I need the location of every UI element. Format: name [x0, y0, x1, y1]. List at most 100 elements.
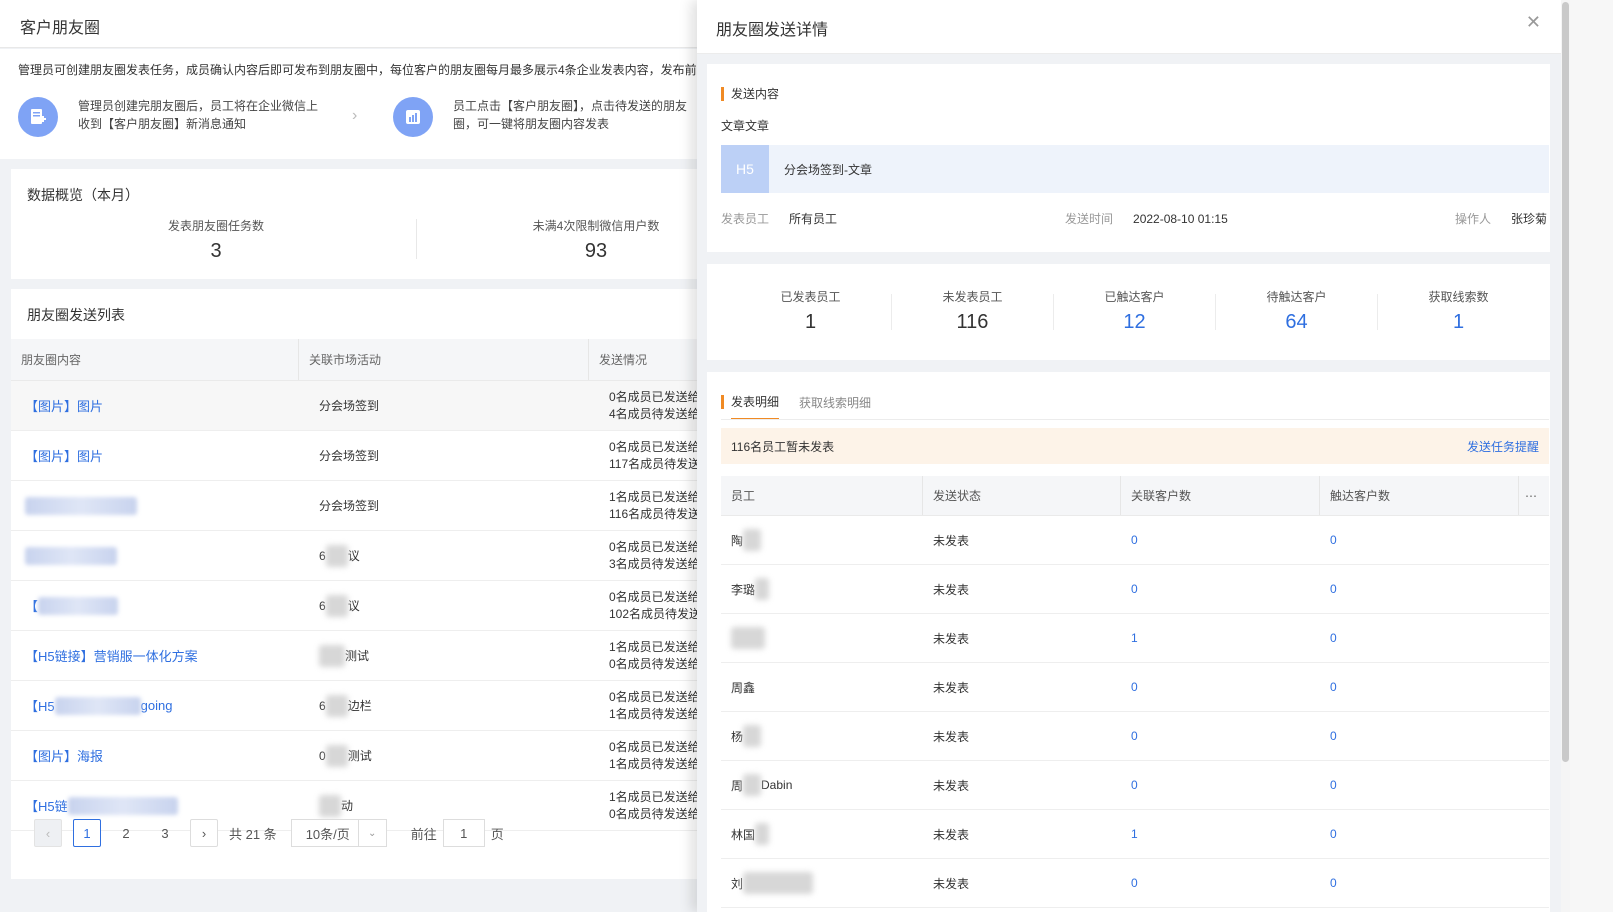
drawer-header: 朋友圈发送详情 ✕	[697, 0, 1561, 54]
redacted-text	[325, 544, 348, 567]
activity-text: 边栏	[347, 699, 372, 713]
list-title: 朋友圈发送列表	[27, 307, 125, 323]
reached-count[interactable]: 0	[1320, 565, 1519, 613]
stat-value: 3	[210, 240, 222, 262]
activity-cell: 分会场签到	[319, 449, 380, 463]
page-button[interactable]: 1	[73, 819, 101, 847]
kpi-value[interactable]: 1	[1377, 311, 1540, 334]
prev-page-button[interactable]: ‹	[34, 819, 62, 847]
kpi-value[interactable]: 64	[1215, 311, 1378, 334]
redacted-text	[755, 823, 770, 845]
status-cell: 未发表	[933, 533, 970, 548]
reached-count[interactable]: 0	[1320, 761, 1519, 809]
linked-count[interactable]: 0	[1121, 712, 1320, 760]
divider	[416, 219, 417, 259]
goto-page-input[interactable]: 1	[442, 819, 485, 847]
page-button[interactable]: 3	[151, 819, 179, 847]
linked-count[interactable]: 1	[1121, 614, 1320, 662]
drawer-title: 朋友圈发送详情	[716, 22, 829, 39]
table-row: 未发表 1 0	[721, 614, 1549, 663]
stat-label: 发表朋友圈任务数	[167, 219, 264, 233]
staff-name: 刘	[731, 876, 744, 891]
stat-value: 93	[584, 240, 608, 262]
linked-count[interactable]: 0	[1121, 663, 1320, 711]
detail-tabs: 发表明细 获取线索明细	[721, 390, 891, 420]
linked-count[interactable]: 1	[1121, 810, 1320, 858]
send-reminder-link[interactable]: 发送任务提醒	[1467, 438, 1539, 455]
activity-cell: 分会场签到	[319, 399, 380, 413]
right-edge-strip	[1570, 0, 1613, 912]
notice-text: 管理员可创建朋友圈发表任务，成员确认内容后即可发布到朋友圈中，每位客户的朋友圈每…	[18, 63, 721, 77]
content-link[interactable]	[11, 531, 309, 580]
activity-cell: 测试	[309, 631, 599, 680]
reached-count[interactable]: 0	[1320, 712, 1519, 760]
linked-count[interactable]: 0	[1121, 761, 1320, 809]
redacted-text	[755, 578, 770, 600]
pagination: ‹ 1 2 3 › 共 21 条 10条/页 ⌄ 前往 1 页	[34, 819, 504, 847]
next-page-button[interactable]: ›	[190, 819, 218, 847]
staff-name-cell: 李璐	[721, 565, 923, 613]
content-link[interactable]: 【H5 going	[11, 681, 309, 730]
goto-label: 前往	[410, 826, 437, 842]
kpi-leads: 获取线索数 1	[1377, 288, 1540, 334]
status-cell: 未发表	[933, 876, 970, 891]
article-preview[interactable]: H5 分会场签到-文章	[721, 145, 1549, 193]
content-link[interactable]: 【图片】图片	[11, 431, 309, 480]
kpi-label: 获取线索数	[1428, 290, 1489, 304]
reached-count[interactable]: 0	[1320, 810, 1519, 858]
activity-cell: 6议	[309, 531, 599, 580]
staff-name: 周	[731, 778, 744, 793]
status-cell: 未发表	[933, 778, 970, 793]
staff-table: 员工 发送状态 关联客户数 触达客户数 ⋯ 陶 未发表 0 0 李璐 未发表 0…	[721, 476, 1549, 908]
page-title: 客户朋友圈	[20, 20, 101, 37]
detail-drawer: 朋友圈发送详情 ✕ 发送内容 文章文章 H5 分会场签到-文章 发表员工 所有员工…	[697, 0, 1561, 912]
redacted-text	[25, 496, 137, 515]
more-icon[interactable]: ⋯	[1519, 476, 1549, 515]
content-link[interactable]: 【	[11, 581, 309, 630]
table-row: 刘 未发表 0 0	[721, 859, 1549, 908]
content-link[interactable]	[11, 481, 309, 530]
drawer-scrollbar[interactable]	[1561, 0, 1570, 912]
linked-count[interactable]: 0	[1121, 859, 1320, 907]
content-link[interactable]: 【图片】海报	[11, 731, 309, 780]
tab-publish-detail[interactable]: 发表明细	[731, 393, 780, 420]
redacted-text	[743, 529, 762, 551]
kpi-value[interactable]: 12	[1053, 311, 1216, 334]
linked-count[interactable]: 0	[1121, 516, 1320, 564]
chevron-down-icon: ⌄	[357, 820, 386, 846]
close-icon[interactable]: ✕	[1526, 12, 1541, 33]
reached-count[interactable]: 0	[1320, 859, 1519, 907]
article-label: 文章文章	[721, 119, 770, 133]
column-header: 触达客户数	[1320, 476, 1519, 515]
redacted-text	[743, 872, 814, 894]
activity-cell: 6议	[309, 581, 599, 630]
tab-lead-detail[interactable]: 获取线索明细	[799, 394, 871, 419]
staff-name-cell: 周 Dabin	[721, 761, 923, 809]
table-header: 员工 发送状态 关联客户数 触达客户数 ⋯	[721, 476, 1549, 516]
status-cell: 未发表	[933, 582, 970, 597]
page-size-select[interactable]: 10条/页 ⌄	[290, 819, 387, 847]
reached-count[interactable]: 0	[1320, 614, 1519, 662]
linked-count[interactable]: 0	[1121, 565, 1320, 613]
scrollbar-thumb[interactable]	[1562, 2, 1569, 762]
reached-count[interactable]: 0	[1320, 516, 1519, 564]
redacted-text	[325, 694, 348, 717]
chevron-right-icon: ›	[352, 107, 358, 124]
detail-card: 发表明细 获取线索明细 116名员工暂未发表 发送任务提醒 员工 发送状态 关联…	[707, 372, 1550, 912]
reached-count[interactable]: 0	[1320, 663, 1519, 711]
overview-title: 数据概览（本月）	[27, 187, 139, 203]
meta-key: 发送时间	[1065, 212, 1114, 226]
kpi-label: 未发表员工	[942, 290, 1003, 304]
content-link[interactable]: 【图片】图片	[11, 381, 309, 430]
page-button[interactable]: 2	[112, 819, 140, 847]
redacted-text	[319, 794, 341, 817]
meta-value: 所有员工	[789, 212, 838, 226]
column-header: 员工	[721, 476, 923, 515]
meta-value: 张珍菊	[1511, 212, 1548, 226]
staff-name-cell: 林国	[721, 810, 923, 858]
content-link[interactable]: 【H5链接】营销服一体化方案	[11, 631, 309, 680]
activity-text: 测试	[347, 749, 372, 763]
staff-name: 杨	[731, 729, 744, 744]
section-title: 发送内容	[721, 85, 779, 102]
activity-text: 6	[319, 598, 326, 613]
